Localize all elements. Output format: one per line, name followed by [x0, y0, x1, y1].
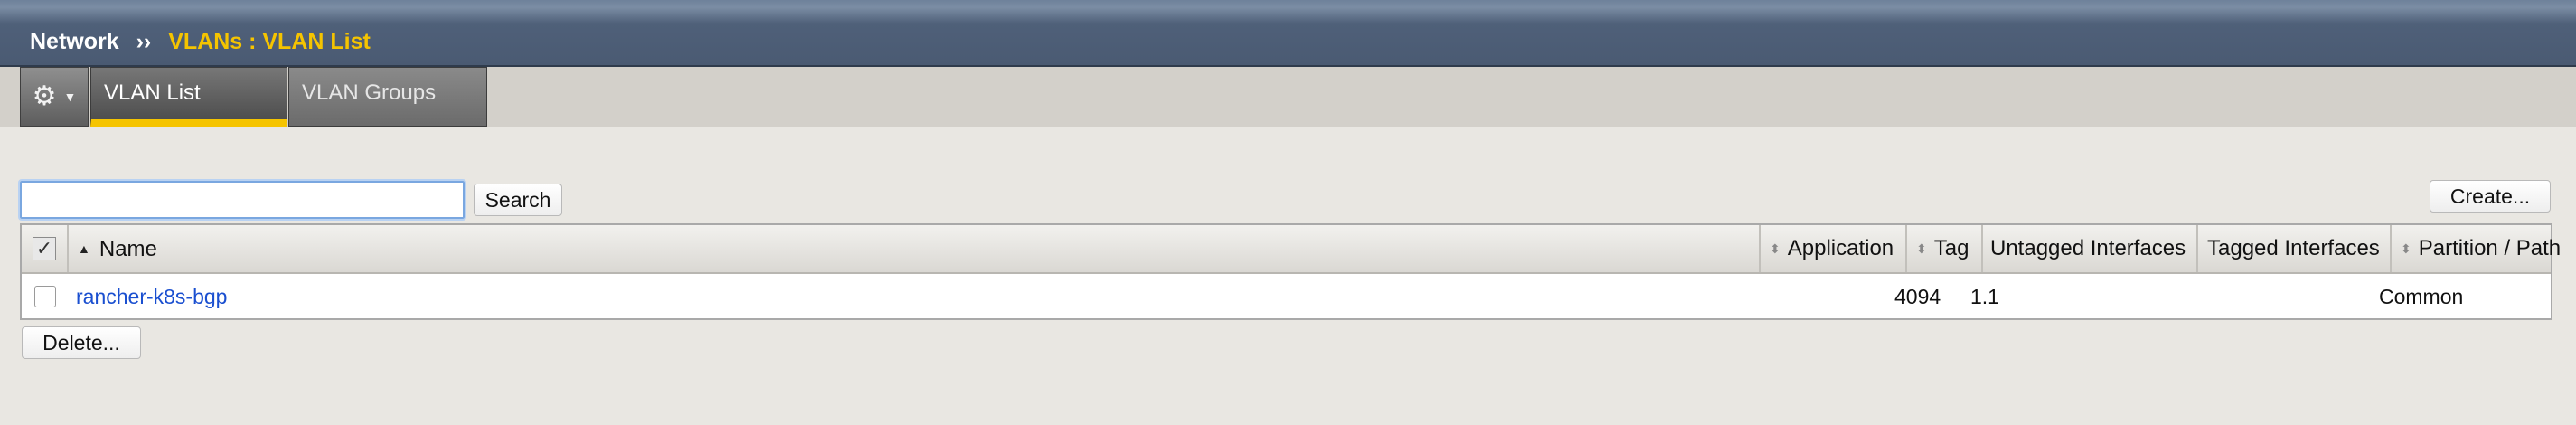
column-label-name: Name — [99, 237, 157, 261]
tab-vlan-list[interactable]: VLAN List — [90, 67, 287, 127]
gear-icon: ⚙ — [32, 81, 57, 111]
chevron-down-icon: ▼ — [63, 90, 77, 104]
sort-ascending-icon: ▲ — [78, 241, 90, 256]
search-input[interactable] — [18, 179, 466, 221]
settings-menu-button[interactable]: ⚙ ▼ — [20, 67, 89, 127]
column-label-tagged-interfaces: Tagged Interfaces — [2207, 236, 2380, 260]
tab-vlan-groups[interactable]: VLAN Groups — [288, 67, 487, 127]
column-header-tag[interactable]: ⬍ Tag — [1907, 225, 1983, 272]
sort-icon: ⬍ — [1916, 241, 1927, 256]
tab-bar: ⚙ ▼ VLAN List VLAN Groups — [0, 67, 2576, 127]
vlan-name-link[interactable]: rancher-k8s-bgp — [76, 285, 227, 308]
row-checkbox[interactable] — [34, 286, 56, 307]
column-label-tag: Tag — [1933, 236, 1970, 260]
delete-button[interactable]: Delete... — [22, 326, 141, 359]
column-header-partition-path[interactable]: ⬍ Partition / Path — [2392, 225, 2561, 272]
breadcrumb-root[interactable]: Network — [30, 29, 119, 54]
cell-name: rancher-k8s-bgp — [76, 274, 227, 318]
cell-untagged-interfaces: 1.1 — [1970, 285, 1999, 308]
breadcrumb: Network ›› VLANs : VLAN List — [30, 29, 371, 55]
breadcrumb-current: VLANs : VLAN List — [168, 29, 371, 54]
sort-icon: ⬍ — [1770, 241, 1781, 256]
select-all-cell: ✓ — [22, 225, 69, 272]
column-header-name[interactable]: ▲ Name — [69, 225, 1761, 272]
cell-tag: 4094 — [1894, 285, 1941, 308]
search-button[interactable]: Search — [474, 184, 562, 216]
column-label-application: Application — [1787, 236, 1894, 260]
table-row: rancher-k8s-bgp 4094 1.1 Common — [22, 274, 2551, 318]
column-header-tagged-interfaces: Tagged Interfaces — [2198, 225, 2392, 272]
cell-partition-path: Common — [2379, 285, 2464, 308]
create-button[interactable]: Create... — [2430, 180, 2551, 212]
title-bar: Network ›› VLANs : VLAN List — [0, 0, 2576, 67]
breadcrumb-separator: ›› — [136, 29, 152, 54]
table-header: ✓ ▲ Name ⬍ Application ⬍ Tag Untagged Inter… — [22, 225, 2561, 274]
column-label-untagged-interfaces: Untagged Interfaces — [1990, 236, 2186, 260]
column-header-application[interactable]: ⬍ Application — [1761, 225, 1907, 272]
sort-icon: ⬍ — [2401, 241, 2411, 256]
column-header-untagged-interfaces: Untagged Interfaces — [1983, 225, 2198, 272]
vlan-table: ✓ ▲ Name ⬍ Application ⬍ Tag Untagged Inter… — [20, 223, 2561, 320]
column-label-partition-path: Partition / Path — [2418, 236, 2562, 260]
select-all-checkbox[interactable]: ✓ — [33, 237, 56, 260]
